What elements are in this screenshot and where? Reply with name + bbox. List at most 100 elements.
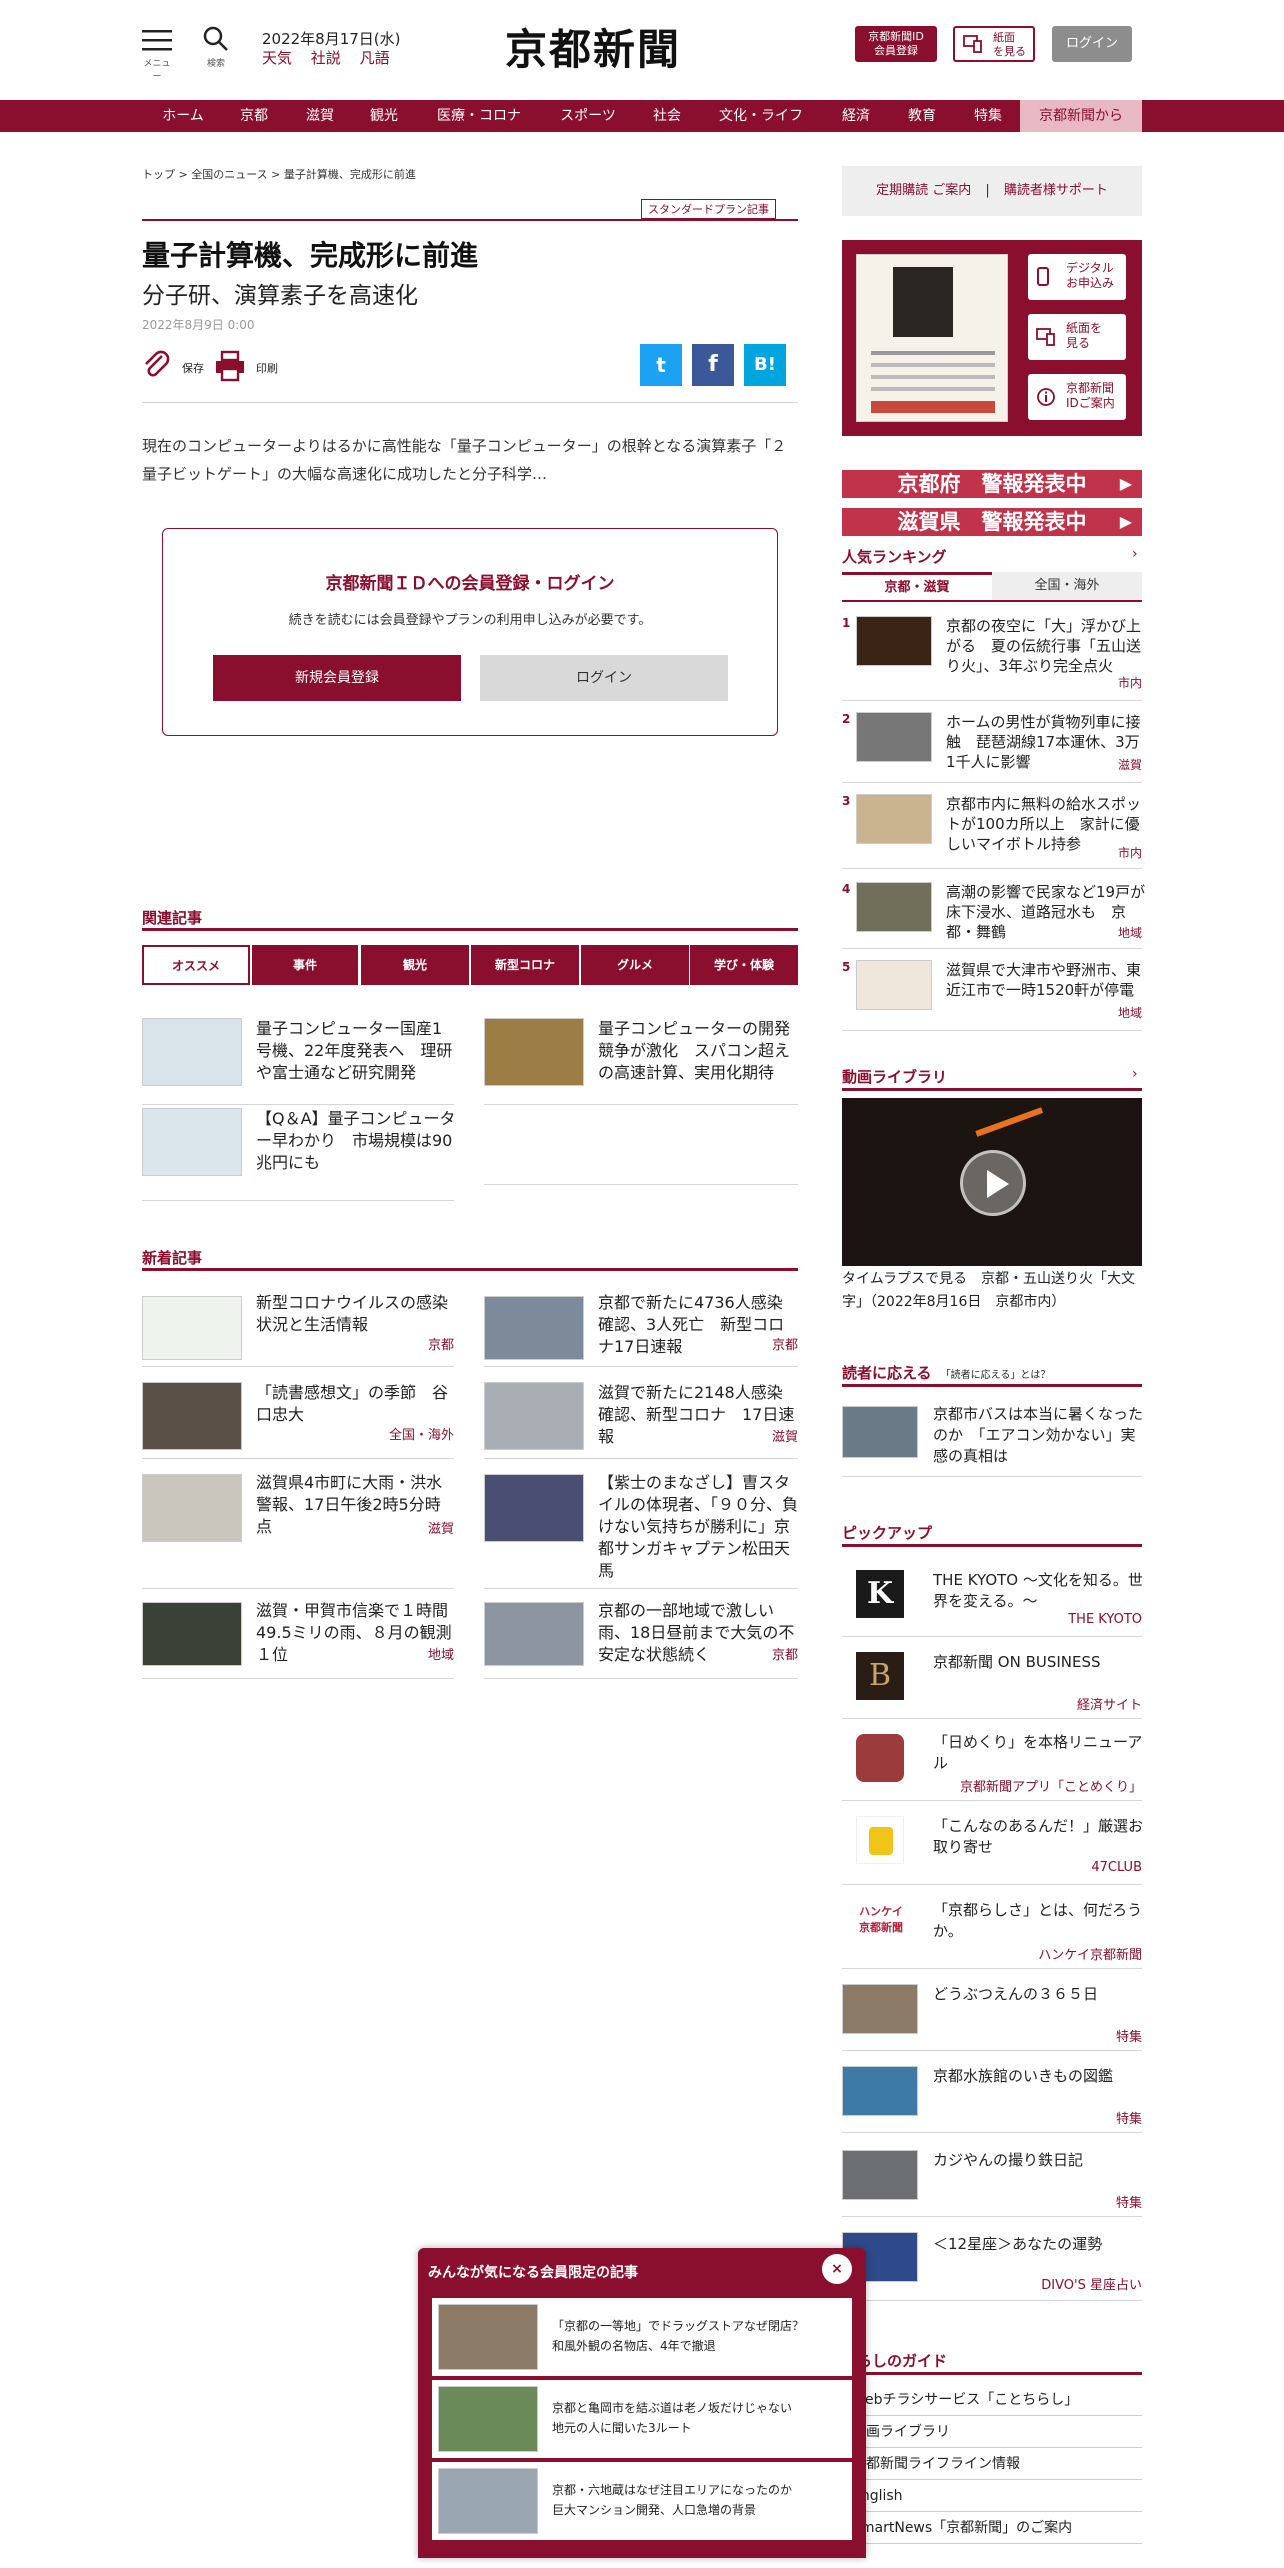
site-header: メニュー 検索 2022年8月17日(水) 天気 社説 凡語 京都新聞 京都新聞… bbox=[0, 0, 1284, 100]
article-thumbnail bbox=[142, 1382, 242, 1450]
video-player[interactable] bbox=[842, 1098, 1142, 1266]
article-date: 2022年8月9日 0:00 bbox=[142, 318, 255, 332]
search-button[interactable]: 検索 bbox=[200, 26, 232, 74]
menu-button[interactable]: メニュー bbox=[140, 28, 174, 82]
breadcrumb-top[interactable]: トップ bbox=[142, 168, 175, 181]
nav-culture[interactable]: 文化・ライフ bbox=[706, 100, 816, 132]
article-thumbnail bbox=[484, 1602, 584, 1666]
article-thumbnail bbox=[438, 2304, 538, 2370]
title-rule bbox=[142, 219, 798, 221]
nav-shiga[interactable]: 滋賀 bbox=[292, 100, 348, 132]
latest-title: 新着記事 bbox=[142, 1249, 203, 1267]
facebook-icon: f bbox=[708, 352, 718, 377]
guide-link-smartnews[interactable]: SmartNews「京都新聞」のご案内 bbox=[842, 2512, 1142, 2544]
id-register-button[interactable]: 京都新聞ID 会員登録 bbox=[855, 26, 937, 62]
video-caption[interactable]: タイムラプスで見る 京都・五山送り火「大文字」（2022年8月16日 京都市内） bbox=[842, 1268, 1142, 1314]
paper-view-button[interactable]: 紙面 を見る bbox=[953, 26, 1035, 62]
nav-from-kyoto-np[interactable]: 京都新聞から bbox=[1020, 100, 1142, 132]
chevron-right-icon[interactable]: › bbox=[1132, 546, 1138, 562]
guide-link-english[interactable]: English bbox=[842, 2480, 1142, 2512]
article-lead: 現在のコンピューターよりはるかに高性能な「量子コンピューター」の根幹となる演算素… bbox=[142, 437, 787, 483]
article-thumbnail bbox=[842, 1984, 918, 2034]
arrow-right-icon: ▶ bbox=[1119, 474, 1132, 493]
popup-list-item[interactable]: 「京都の一等地」でドラッグストアなぜ閉店？ 和風外観の名物店、4年で撤退 bbox=[432, 2298, 852, 2376]
popup-close-icon[interactable]: × bbox=[822, 2254, 852, 2284]
kyoto-warning-banner[interactable]: 京都府 警報発表中 ▶ bbox=[842, 470, 1142, 498]
view-paper-button[interactable]: 紙面を 見る bbox=[1028, 314, 1126, 360]
phone-icon bbox=[1037, 267, 1049, 286]
related-title: 関連記事 bbox=[142, 909, 203, 927]
nav-kyoto[interactable]: 京都 bbox=[228, 100, 280, 132]
play-icon[interactable] bbox=[960, 1150, 1026, 1216]
header-links: 天気 社説 凡語 bbox=[262, 47, 390, 68]
save-button[interactable]: 保存 bbox=[142, 350, 212, 382]
twitter-icon: t bbox=[656, 353, 666, 377]
tab-learning[interactable]: 学び・体験 bbox=[690, 945, 798, 985]
nav-economy[interactable]: 経済 bbox=[826, 100, 886, 132]
plan-badge: スタンダードプラン記事 bbox=[641, 199, 776, 219]
tab-gourmet[interactable]: グルメ bbox=[581, 945, 689, 985]
chevron-right-icon[interactable]: › bbox=[1132, 1066, 1138, 1082]
login-button[interactable]: ログイン bbox=[1052, 26, 1132, 62]
popup-list-item[interactable]: 京都と亀岡市を結ぶ道は老ノ坂だけじゃない 地元の人に聞いた3ルート bbox=[432, 2380, 852, 2458]
nav-home[interactable]: ホーム bbox=[148, 100, 218, 132]
nav-tourism[interactable]: 観光 bbox=[356, 100, 412, 132]
nav-society[interactable]: 社会 bbox=[640, 100, 694, 132]
share-divider bbox=[142, 402, 798, 403]
article-title: 量子計算機、完成形に前進 bbox=[142, 239, 479, 272]
popup-title: みんなが気になる会員限定の記事 bbox=[428, 2265, 638, 2281]
guide-link-chirashi[interactable]: Webチラシサービス「ことちらし」 bbox=[842, 2384, 1142, 2416]
paywall-box: 京都新聞ＩＤへの会員登録・ログイン 続きを読むには会員登録やプランの利用申し込み… bbox=[162, 528, 778, 736]
search-icon bbox=[203, 26, 228, 51]
popup-list-item[interactable]: 京都・六地蔵はなぜ注目エリアになったのか 巨大マンション開発、人口急増の背景 bbox=[432, 2462, 852, 2540]
tab-incident[interactable]: 事件 bbox=[252, 945, 358, 985]
related-rule bbox=[142, 928, 798, 931]
hamburger-icon bbox=[142, 30, 172, 51]
breadcrumb: トップ > 全国のニュース > 量子計算機、完成形に前進 bbox=[142, 168, 416, 181]
nav-education[interactable]: 教育 bbox=[892, 100, 952, 132]
pickup-title: ピックアップ bbox=[842, 1524, 933, 1542]
reader-answer-link[interactable]: 「読者に応える」とは？ bbox=[941, 1370, 1051, 1381]
bongo-link[interactable]: 凡語 bbox=[360, 49, 390, 67]
article-thumbnail bbox=[842, 2150, 918, 2200]
nav-special[interactable]: 特集 bbox=[958, 100, 1018, 132]
ranking-tab-local[interactable]: 京都・滋賀 bbox=[842, 572, 992, 600]
article-thumbnail bbox=[842, 2066, 918, 2116]
ranking-tab-national[interactable]: 全国・海外 bbox=[992, 572, 1142, 600]
video-title: 動画ライブラリ bbox=[842, 1068, 948, 1086]
kotomekuri-logo bbox=[856, 1734, 904, 1782]
hatena-share-button[interactable]: B! bbox=[744, 344, 786, 386]
subscribe-link[interactable]: 定期購読 ご案内 bbox=[876, 183, 971, 198]
tab-recommended[interactable]: オススメ bbox=[142, 945, 250, 985]
register-button[interactable]: 新規会員登録 bbox=[213, 655, 461, 701]
hankei-logo: ハンケイ 京都新聞 bbox=[859, 1905, 903, 1934]
printer-icon bbox=[216, 350, 244, 382]
tab-tourism[interactable]: 観光 bbox=[361, 945, 469, 985]
id-guide-button[interactable]: 京都新聞 IDご案内 bbox=[1028, 374, 1126, 420]
weather-link[interactable]: 天気 bbox=[262, 49, 292, 67]
breadcrumb-national[interactable]: 全国のニュース bbox=[191, 168, 267, 181]
article-thumbnail bbox=[856, 794, 932, 844]
article-thumbnail bbox=[856, 712, 932, 762]
paperclip-icon bbox=[145, 350, 170, 377]
latest-rule bbox=[142, 1268, 798, 1271]
twitter-share-button[interactable]: t bbox=[640, 344, 682, 386]
print-button[interactable]: 印刷 bbox=[214, 350, 294, 382]
article-thumbnail bbox=[438, 2468, 538, 2534]
article-thumbnail bbox=[842, 1406, 918, 1458]
digital-signup-button[interactable]: デジタル お申込み bbox=[1028, 254, 1126, 300]
site-logo[interactable]: 京都新聞 bbox=[505, 16, 681, 77]
paywall-login-button[interactable]: ログイン bbox=[480, 655, 728, 701]
facebook-share-button[interactable]: f bbox=[692, 344, 734, 386]
editorial-link[interactable]: 社説 bbox=[311, 49, 341, 67]
support-link[interactable]: 購読者様サポート bbox=[1004, 183, 1108, 198]
article-subtitle: 分子研、演算素子を高速化 bbox=[142, 283, 418, 309]
nav-medical[interactable]: 医療・コロナ bbox=[424, 100, 534, 132]
nav-sports[interactable]: スポーツ bbox=[548, 100, 628, 132]
paywall-text: 続きを読むには会員登録やプランの利用申し込みが必要です。 bbox=[288, 613, 652, 628]
guide-link-video[interactable]: 動画ライブラリ bbox=[842, 2416, 1142, 2448]
shiga-warning-banner[interactable]: 滋賀県 警報発表中 ▶ bbox=[842, 508, 1142, 536]
guide-link-lifeline[interactable]: 京都新聞ライフライン情報 bbox=[842, 2448, 1142, 2480]
newspaper-image[interactable] bbox=[856, 254, 1008, 422]
tab-covid[interactable]: 新型コロナ bbox=[471, 945, 579, 985]
